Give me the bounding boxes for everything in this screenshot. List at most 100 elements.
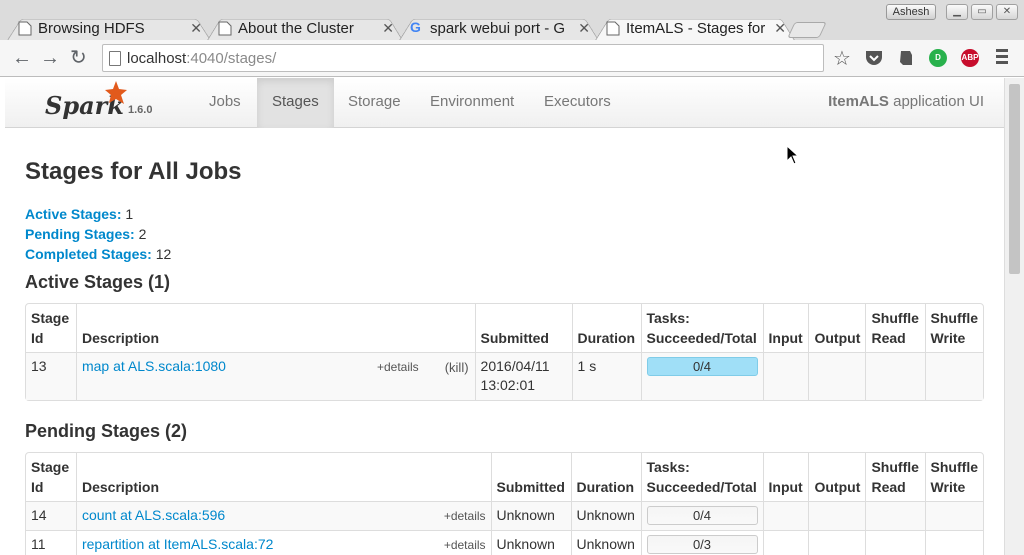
chrome-menu-icon[interactable] bbox=[996, 49, 1008, 65]
header-input[interactable]: Input bbox=[762, 304, 809, 352]
adblock-icon[interactable]: ABP bbox=[961, 49, 979, 67]
mouse-cursor-icon bbox=[786, 145, 798, 165]
details-toggle[interactable]: +details bbox=[377, 358, 419, 377]
profile-button[interactable]: Ashesh bbox=[886, 4, 936, 20]
header-input[interactable]: Input bbox=[762, 453, 809, 501]
active-stages-heading: Active Stages (1) bbox=[25, 272, 171, 292]
stage-duration: Unknown bbox=[570, 501, 641, 530]
address-bar[interactable]: localhost:4040/stages/ bbox=[102, 44, 824, 72]
kill-link[interactable]: (kill) bbox=[445, 358, 469, 377]
header-duration[interactable]: Duration bbox=[571, 304, 641, 352]
tasks-progress-bar: 0/3 bbox=[646, 535, 758, 554]
header-submitted[interactable]: Submitted bbox=[490, 453, 571, 501]
header-output[interactable]: Output bbox=[808, 453, 865, 501]
header-tasks[interactable]: Tasks: Succeeded/Total bbox=[640, 453, 763, 501]
stage-id: 11 bbox=[26, 530, 76, 555]
stage-submitted: Unknown bbox=[490, 530, 571, 555]
stage-shuffle-read bbox=[865, 352, 925, 400]
pocket-icon[interactable] bbox=[865, 50, 883, 66]
stage-id: 13 bbox=[26, 352, 76, 400]
evernote-icon[interactable] bbox=[898, 49, 914, 67]
reload-icon[interactable]: ↻ bbox=[70, 48, 87, 68]
tasks-progress-label: 0/3 bbox=[692, 537, 712, 552]
tasks-progress-label: 0/4 bbox=[692, 508, 712, 523]
browser-titlebar: Browsing HDFS ✕ About the Cluster ✕ G sp… bbox=[0, 0, 1024, 42]
page-icon bbox=[109, 51, 121, 66]
header-shuffle-write[interactable]: Shuffle Write bbox=[924, 304, 983, 352]
header-duration[interactable]: Duration bbox=[570, 453, 641, 501]
spark-logo[interactable]: Spark 1.6.0 bbox=[43, 81, 163, 124]
page-scrollbar[interactable] bbox=[1004, 78, 1024, 555]
nav-executors[interactable]: Executors bbox=[529, 78, 626, 128]
tab-title: spark webui port - G bbox=[430, 20, 566, 37]
tab-itemals-stages[interactable]: ItemALS - Stages for ✕ bbox=[594, 14, 796, 42]
stage-output bbox=[808, 352, 866, 400]
header-stage-id[interactable]: Stage Id bbox=[26, 453, 76, 501]
tab-title: About the Cluster bbox=[238, 20, 354, 37]
tab-spark-webui-port[interactable]: G spark webui port - G ✕ bbox=[398, 14, 600, 42]
tab-title: Browsing HDFS bbox=[38, 20, 145, 37]
spark-version: 1.6.0 bbox=[128, 104, 153, 116]
stage-tasks-cell: 0/4 bbox=[640, 501, 763, 530]
table-row: 13 map at ALS.scala:1080 +details (kill)… bbox=[26, 352, 983, 400]
stage-description-link[interactable]: map at ALS.scala:1080 bbox=[82, 358, 226, 374]
scrollbar-thumb[interactable] bbox=[1009, 84, 1020, 274]
page-icon bbox=[18, 21, 32, 36]
nav-storage[interactable]: Storage bbox=[333, 78, 416, 128]
stage-output bbox=[808, 501, 866, 530]
new-tab-button[interactable] bbox=[787, 22, 827, 38]
details-toggle[interactable]: +details bbox=[444, 507, 486, 526]
close-window-button[interactable]: ✕ bbox=[996, 4, 1018, 20]
active-stages-table: Stage Id Description Submitted Duration T… bbox=[25, 303, 984, 401]
pending-stages-link[interactable]: Pending Stages: bbox=[25, 226, 135, 242]
stage-description-cell: map at ALS.scala:1080 +details (kill) bbox=[75, 352, 475, 400]
pending-stages-table: Stage Id Description Submitted Duration T… bbox=[25, 452, 984, 555]
close-icon[interactable]: ✕ bbox=[190, 20, 202, 37]
tasks-progress-bar: 0/4 bbox=[646, 506, 758, 525]
nav-environment[interactable]: Environment bbox=[415, 78, 529, 128]
close-icon[interactable]: ✕ bbox=[578, 20, 590, 37]
header-tasks[interactable]: Tasks: Succeeded/Total bbox=[640, 304, 763, 352]
stage-description-link[interactable]: count at ALS.scala:596 bbox=[82, 507, 225, 523]
stage-description-link[interactable]: repartition at ItemALS.scala:72 bbox=[82, 536, 273, 552]
header-shuffle-read[interactable]: Shuffle Read bbox=[865, 304, 924, 352]
stage-duration: Unknown bbox=[570, 530, 641, 555]
active-stages-link[interactable]: Active Stages: bbox=[25, 206, 121, 222]
tab-browsing-hdfs[interactable]: Browsing HDFS ✕ bbox=[6, 14, 212, 42]
stage-id: 14 bbox=[26, 501, 76, 530]
forward-arrow-icon[interactable]: → bbox=[40, 48, 60, 68]
stage-submitted: 2016/04/11 13:02:01 bbox=[474, 352, 572, 400]
stage-tasks-cell: 0/4 bbox=[640, 352, 763, 400]
stage-submitted: Unknown bbox=[490, 501, 571, 530]
header-submitted[interactable]: Submitted bbox=[474, 304, 572, 352]
stage-tasks-cell: 0/3 bbox=[640, 530, 763, 555]
details-toggle[interactable]: +details bbox=[444, 536, 486, 555]
completed-stages-link[interactable]: Completed Stages: bbox=[25, 246, 152, 262]
pending-stages-heading: Pending Stages (2) bbox=[25, 421, 188, 441]
bookmark-star-icon[interactable]: ☆ bbox=[833, 46, 851, 71]
green-ext-icon[interactable]: D bbox=[929, 49, 947, 67]
tab-title: ItemALS - Stages for bbox=[626, 20, 766, 37]
close-icon[interactable]: ✕ bbox=[774, 20, 786, 37]
page-title: Stages for All Jobs bbox=[25, 158, 242, 185]
minimize-button[interactable]: ▁ bbox=[946, 4, 968, 20]
spark-star-icon bbox=[105, 81, 127, 104]
page-icon bbox=[606, 21, 620, 36]
page-icon bbox=[218, 21, 232, 36]
back-arrow-icon[interactable]: ← bbox=[12, 48, 32, 68]
stage-shuffle-write bbox=[924, 501, 983, 530]
header-output[interactable]: Output bbox=[808, 304, 865, 352]
header-stage-id[interactable]: Stage Id bbox=[26, 304, 76, 352]
nav-stages[interactable]: Stages bbox=[257, 78, 334, 128]
maximize-button[interactable]: ▭ bbox=[971, 4, 993, 20]
stage-description-cell: repartition at ItemALS.scala:72 +details bbox=[75, 530, 491, 555]
url-text[interactable]: localhost:4040/stages/ bbox=[127, 50, 276, 67]
tab-about-cluster[interactable]: About the Cluster ✕ bbox=[206, 14, 404, 42]
table-row: 11 repartition at ItemALS.scala:72 +deta… bbox=[26, 530, 983, 555]
nav-jobs[interactable]: Jobs bbox=[194, 78, 256, 128]
close-icon[interactable]: ✕ bbox=[382, 20, 394, 37]
header-shuffle-read[interactable]: Shuffle Read bbox=[865, 453, 924, 501]
header-description[interactable]: Description bbox=[75, 453, 491, 501]
header-description[interactable]: Description bbox=[75, 304, 475, 352]
header-shuffle-write[interactable]: Shuffle Write bbox=[924, 453, 983, 501]
